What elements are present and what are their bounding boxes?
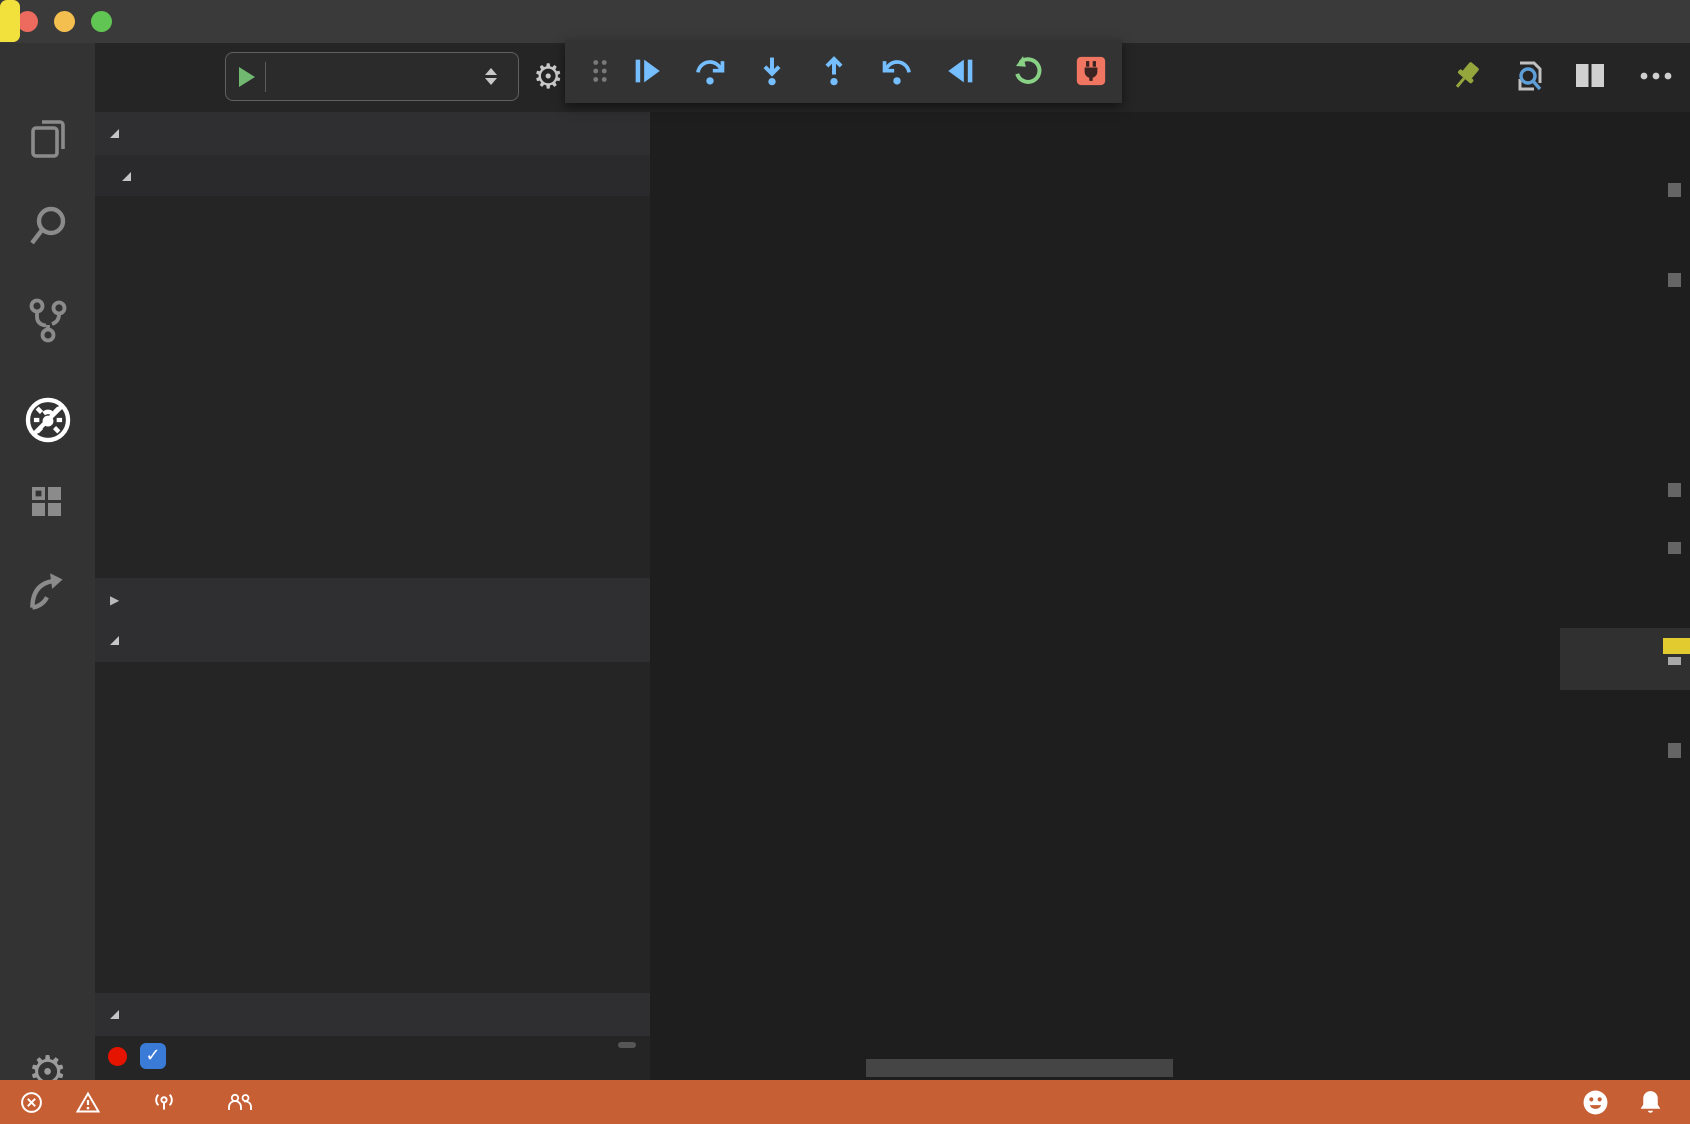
errors-status[interactable] [20,1091,50,1114]
reverse-continue-button[interactable] [944,54,978,88]
participants-status[interactable] [226,1090,261,1114]
drag-handle-icon[interactable] [583,54,617,88]
step-out-button[interactable] [817,54,851,88]
split-editor-icon[interactable] [1572,58,1608,99]
status-bar [0,1080,1690,1124]
breakpoints-section-header[interactable] [95,993,650,1036]
title-bar [0,0,1690,43]
ruler-marker [1668,743,1681,758]
feedback-smiley-icon[interactable] [1582,1089,1616,1116]
warnings-status[interactable] [76,1091,107,1114]
notifications-bell-icon[interactable] [1638,1089,1670,1116]
source-control-icon[interactable] [0,284,95,354]
minimap[interactable] [1560,112,1660,1080]
disconnect-button[interactable] [1074,54,1108,88]
vscode-window: ⚙ ⚙ ▶ [0,0,1690,1124]
live-share-icon[interactable] [0,556,95,626]
call-stack-section-header[interactable] [95,619,650,662]
horizontal-scrollbar[interactable] [866,1059,1173,1077]
step-over-button[interactable] [693,54,727,88]
debug-configure-gear-icon[interactable]: ⚙ [533,57,563,97]
zoom-button[interactable] [91,11,112,32]
breakpoint-row[interactable]: ✓ [95,1034,650,1078]
ruler-marker [1668,483,1681,497]
ruler-marker [1668,542,1681,554]
liveshare-participant-label [0,0,20,42]
more-actions-icon[interactable] [1638,69,1674,88]
explorer-icon[interactable] [0,103,95,173]
ruler-marker-participant [1663,638,1690,654]
scope-local-row[interactable] [95,155,650,196]
minimize-button[interactable] [54,11,75,32]
ruler-marker [1668,657,1681,665]
step-into-button[interactable] [755,54,789,88]
start-debug-icon[interactable] [239,67,255,87]
debug-config-dropdown[interactable] [225,52,519,101]
extensions-icon[interactable] [0,466,95,536]
liveshare-session-status[interactable] [151,1089,184,1115]
debug-toolbar [565,40,1122,103]
continue-button[interactable] [630,54,664,88]
activity-bar: ⚙ [0,43,95,1080]
open-preview-icon[interactable] [1508,56,1548,101]
pin-icon[interactable] [1448,58,1484,99]
breakpoint-checkbox[interactable]: ✓ [140,1043,166,1069]
editor-group[interactable] [650,43,1690,1080]
ruler-marker [1668,273,1681,287]
search-icon[interactable] [0,190,95,260]
close-button[interactable] [17,11,38,32]
ruler-marker [1668,183,1681,197]
debug-icon[interactable] [0,385,95,455]
step-back-button[interactable] [880,54,914,88]
config-spinner-icon[interactable] [485,68,497,85]
breakpoint-line-badge [618,1042,636,1048]
variables-section-header[interactable] [95,112,650,155]
watch-section-header[interactable]: ▶ [95,578,650,621]
debug-sidebar: ⚙ ▶ ✓ [95,43,650,1080]
breakpoint-dot-icon [108,1047,127,1066]
restart-button[interactable] [1011,54,1045,88]
